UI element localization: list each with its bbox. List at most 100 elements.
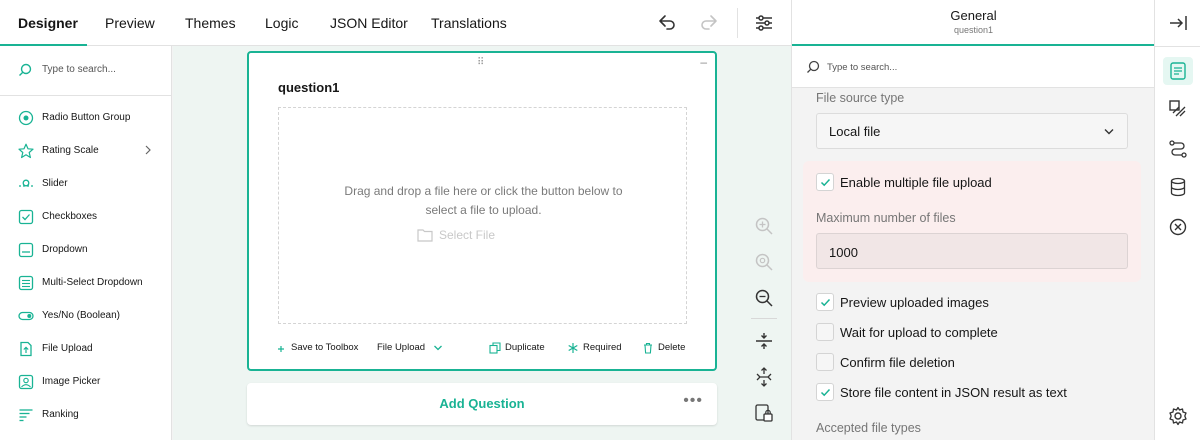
- redo-icon[interactable]: [697, 11, 721, 35]
- confirm-deletion-label: Confirm file deletion: [840, 355, 955, 370]
- accepted-file-types-label: Accepted file types: [816, 421, 921, 435]
- toolbox-item-label: Image Picker: [42, 376, 101, 387]
- tab-logic[interactable]: Logic: [265, 0, 298, 46]
- check-icon: [820, 298, 831, 307]
- save-to-toolbox-button[interactable]: Save to Toolbox: [278, 342, 359, 358]
- toolbox-item-label: Multi-Select Dropdown: [42, 277, 143, 288]
- settings-sliders-icon[interactable]: [752, 11, 776, 35]
- logic-properties-icon[interactable]: [1166, 137, 1190, 161]
- toolbox-item-radio-button-group[interactable]: Radio Button Group: [0, 102, 172, 135]
- delete-label: Delete: [658, 342, 686, 353]
- store-content-as-text-checkbox[interactable]: [816, 383, 834, 401]
- radio-icon: [18, 110, 34, 126]
- check-icon: [820, 388, 831, 397]
- toolbox-item-label: Yes/No (Boolean): [42, 310, 121, 321]
- toolbox-item-checkboxes[interactable]: Checkboxes: [0, 201, 172, 234]
- toolbox-item-label: Rating Scale: [42, 145, 99, 156]
- multiselect-icon: [18, 275, 34, 291]
- asterisk-icon: [568, 343, 578, 353]
- file-source-type-select[interactable]: Local file: [816, 113, 1128, 149]
- toolbox-item-slider[interactable]: Slider: [0, 168, 172, 201]
- toolbox-item-ranking[interactable]: Ranking: [0, 399, 172, 432]
- question-card[interactable]: ⠿ – question1 Drag and drop a file here …: [247, 51, 717, 371]
- tab-preview[interactable]: Preview: [105, 0, 155, 46]
- duplicate-label: Duplicate: [505, 342, 545, 353]
- property-grid: General question1 Type to search... File…: [791, 0, 1155, 440]
- toolbox-item-file-upload[interactable]: File Upload: [0, 333, 172, 366]
- toolbox-item-boolean[interactable]: Yes/No (Boolean): [0, 300, 172, 333]
- enable-multiple-upload-label: Enable multiple file upload: [840, 175, 992, 190]
- wait-for-upload-checkbox[interactable]: [816, 323, 834, 341]
- add-question-button[interactable]: Add Question: [247, 396, 717, 411]
- file-upload-icon: [20, 341, 32, 357]
- enable-multiple-upload-checkbox[interactable]: [816, 173, 834, 191]
- plus-icon: [278, 346, 284, 352]
- zoom-out-icon[interactable]: [753, 287, 775, 309]
- property-search[interactable]: Type to search...: [792, 46, 1155, 88]
- toolbox-item-label: Dropdown: [42, 244, 88, 255]
- max-files-label: Maximum number of files: [816, 211, 956, 225]
- checkbox-icon: [18, 209, 34, 225]
- zoom-to-fit-icon[interactable]: [753, 251, 775, 273]
- drag-handle-icon[interactable]: ⠿: [477, 57, 485, 68]
- validation-properties-icon[interactable]: [1166, 215, 1190, 239]
- confirm-deletion-checkbox[interactable]: [816, 353, 834, 371]
- question-title[interactable]: question1: [278, 80, 339, 95]
- tab-json-editor[interactable]: JSON Editor: [330, 0, 408, 46]
- zoom-divider: [751, 318, 777, 319]
- zoom-in-icon[interactable]: [753, 215, 775, 237]
- chevron-down-icon: [1104, 129, 1114, 135]
- toolbox-item-label: File Upload: [42, 343, 93, 354]
- strip-divider: [1155, 46, 1200, 47]
- select-file-button[interactable]: Select File: [417, 228, 495, 242]
- required-label: Required: [583, 342, 622, 353]
- general-properties-icon[interactable]: [1166, 59, 1190, 83]
- layout-properties-icon[interactable]: [1166, 97, 1190, 121]
- toolbar-divider: [737, 8, 738, 38]
- preview-images-label: Preview uploaded images: [840, 295, 989, 310]
- duplicate-button[interactable]: Duplicate: [489, 342, 545, 358]
- tab-designer[interactable]: Designer: [18, 0, 78, 46]
- undo-icon[interactable]: [655, 11, 679, 35]
- data-properties-icon[interactable]: [1166, 175, 1190, 199]
- drop-instructions: Drag and drop a file here or click the b…: [279, 182, 688, 220]
- more-options-icon[interactable]: •••: [683, 392, 703, 410]
- folder-icon: [417, 229, 433, 242]
- gear-icon[interactable]: [1166, 404, 1190, 428]
- store-content-as-text-label: Store file content in JSON result as tex…: [840, 385, 1067, 400]
- delete-button[interactable]: Delete: [644, 342, 686, 358]
- required-toggle[interactable]: Required: [568, 342, 622, 358]
- toolbox-item-label: Slider: [42, 178, 68, 189]
- slider-icon: [19, 179, 33, 187]
- tab-translations[interactable]: Translations: [431, 0, 507, 46]
- toolbox-item-label: Radio Button Group: [42, 112, 131, 123]
- question-type-label: File Upload: [377, 342, 426, 353]
- toolbox-item-rating-scale[interactable]: Rating Scale: [0, 135, 172, 168]
- collapse-all-icon[interactable]: [753, 330, 775, 352]
- tab-themes[interactable]: Themes: [185, 0, 236, 46]
- file-source-type-value: Local file: [829, 124, 881, 139]
- file-drop-zone[interactable]: Drag and drop a file here or click the b…: [278, 107, 687, 324]
- question-type-selector[interactable]: File Upload: [377, 342, 442, 358]
- add-question-bar: Add Question •••: [247, 383, 717, 425]
- save-to-toolbox-label: Save to Toolbox: [291, 342, 359, 353]
- max-files-value: 1000: [829, 245, 858, 260]
- toolbox-search[interactable]: Type to search...: [0, 46, 172, 96]
- star-icon: [18, 143, 34, 159]
- chevron-right-icon[interactable]: [144, 144, 152, 156]
- property-category-title[interactable]: General: [792, 8, 1155, 23]
- expand-all-icon[interactable]: [753, 366, 775, 388]
- lock-question-icon[interactable]: [753, 402, 775, 424]
- collapse-icon[interactable]: –: [700, 55, 707, 69]
- toolbox-item-multi-select-dropdown[interactable]: Multi-Select Dropdown: [0, 267, 172, 300]
- toolbox-item-image-picker[interactable]: Image Picker: [0, 366, 172, 399]
- selected-element-name: question1: [953, 25, 994, 35]
- toolbox-item-dropdown[interactable]: Dropdown: [0, 234, 172, 267]
- preview-images-checkbox[interactable]: [816, 293, 834, 311]
- toolbox-item-label: Checkboxes: [42, 211, 98, 222]
- drop-text-line1: Drag and drop a file here or click the b…: [344, 184, 623, 198]
- max-files-input[interactable]: 1000: [816, 233, 1128, 269]
- collapse-panel-icon[interactable]: [1166, 11, 1190, 35]
- wait-for-upload-label: Wait for upload to complete: [840, 325, 998, 340]
- toggle-icon: [18, 311, 34, 321]
